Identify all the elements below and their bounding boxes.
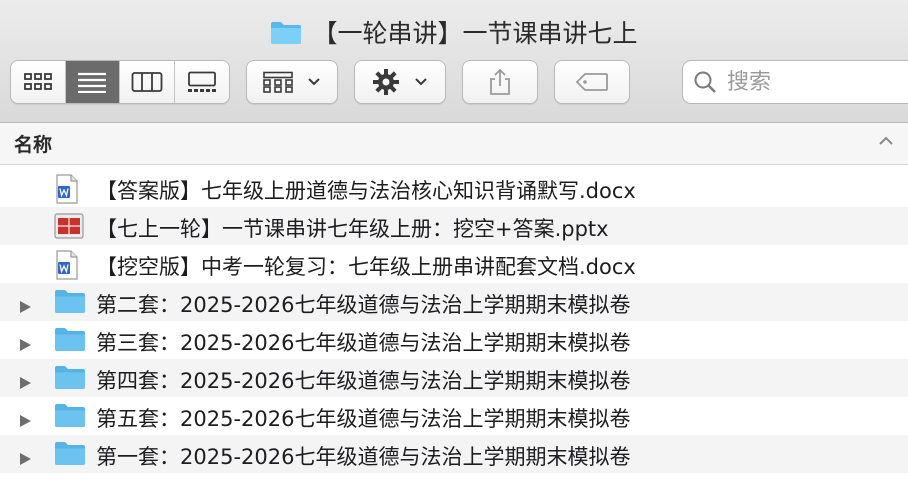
powerpoint-icon	[54, 212, 84, 245]
word-doc-icon	[54, 174, 80, 209]
name-column-header[interactable]: 名称	[14, 130, 52, 157]
disclosure-triangle-icon[interactable]	[18, 371, 32, 395]
file-list: 【答案版】七年级上册道德与法治核心知识背诵默写.docx 【七上一轮】一节课串讲七…	[0, 169, 908, 473]
folder-row[interactable]: 第一套：2025-2026七年级道德与法治上学期期末模拟卷	[0, 435, 908, 473]
disclosure-triangle-icon[interactable]	[18, 295, 32, 319]
group-icon	[263, 71, 293, 93]
search-icon	[694, 71, 716, 93]
toolbar	[10, 60, 908, 104]
icon-view-icon	[23, 73, 52, 90]
window-title-text: 【一轮串讲】一节课串讲七上	[312, 19, 638, 48]
disclosure-triangle-icon[interactable]	[18, 409, 32, 433]
folder-icon	[54, 440, 86, 471]
list-empty-area	[0, 474, 908, 494]
window-title: 【一轮串讲】一节课串讲七上	[0, 14, 908, 50]
edit-tags-button[interactable]	[554, 60, 630, 104]
list-view-icon	[78, 72, 107, 93]
item-name: 第二套：2025-2026七年级道德与法治上学期期末模拟卷	[96, 293, 631, 317]
item-name: 【挖空版】中考一轮复习：七年级上册串讲配套文档.docx	[96, 255, 636, 279]
view-mode-group	[10, 60, 230, 104]
file-row[interactable]: 【答案版】七年级上册道德与法治核心知识背诵默写.docx	[0, 169, 908, 207]
tag-icon	[575, 73, 608, 91]
file-row[interactable]: 【挖空版】中考一轮复习：七年级上册串讲配套文档.docx	[0, 245, 908, 283]
word-doc-icon	[54, 250, 80, 285]
folder-icon	[54, 364, 86, 395]
folder-row[interactable]: 第五套：2025-2026七年级道德与法治上学期期末模拟卷	[0, 397, 908, 435]
item-name: 第一套：2025-2026七年级道德与法治上学期期末模拟卷	[96, 445, 631, 469]
folder-icon	[54, 326, 86, 357]
search-input[interactable]	[725, 68, 899, 96]
item-name: 第四套：2025-2026七年级道德与法治上学期期末模拟卷	[96, 369, 631, 393]
search-field[interactable]	[682, 60, 908, 104]
sort-ascending-icon[interactable]	[878, 135, 894, 147]
column-view-button[interactable]	[120, 61, 175, 103]
item-name: 第五套：2025-2026七年级道德与法治上学期期末模拟卷	[96, 407, 631, 431]
file-row[interactable]: 【七上一轮】一节课串讲七年级上册：挖空+答案.pptx	[0, 207, 908, 245]
folder-icon	[54, 288, 86, 319]
list-column-header: 名称	[0, 123, 908, 165]
folder-row[interactable]: 第三套：2025-2026七年级道德与法治上学期期末模拟卷	[0, 321, 908, 359]
list-view-button[interactable]	[65, 61, 120, 103]
gallery-view-button[interactable]	[175, 61, 230, 103]
share-icon	[490, 68, 510, 95]
folder-icon	[54, 402, 86, 433]
disclosure-triangle-icon[interactable]	[18, 447, 32, 471]
group-by-button[interactable]	[246, 60, 338, 104]
item-name: 【七上一轮】一节课串讲七年级上册：挖空+答案.pptx	[96, 217, 609, 241]
folder-row[interactable]: 第二套：2025-2026七年级道德与法治上学期期末模拟卷	[0, 283, 908, 321]
folder-icon	[271, 21, 302, 44]
chevron-down-icon	[415, 78, 427, 86]
share-button[interactable]	[462, 60, 538, 104]
gear-icon	[373, 69, 399, 95]
folder-row[interactable]: 第四套：2025-2026七年级道德与法治上学期期末模拟卷	[0, 359, 908, 397]
column-view-icon	[131, 72, 163, 92]
icon-view-button[interactable]	[11, 61, 66, 103]
gallery-view-icon	[187, 71, 216, 92]
chevron-down-icon	[308, 78, 320, 86]
finder-titlebar: 【一轮串讲】一节课串讲七上	[0, 0, 908, 123]
item-name: 【答案版】七年级上册道德与法治核心知识背诵默写.docx	[96, 179, 636, 203]
disclosure-triangle-icon[interactable]	[18, 333, 32, 357]
item-name: 第三套：2025-2026七年级道德与法治上学期期末模拟卷	[96, 331, 631, 355]
action-menu-button[interactable]	[354, 60, 446, 104]
